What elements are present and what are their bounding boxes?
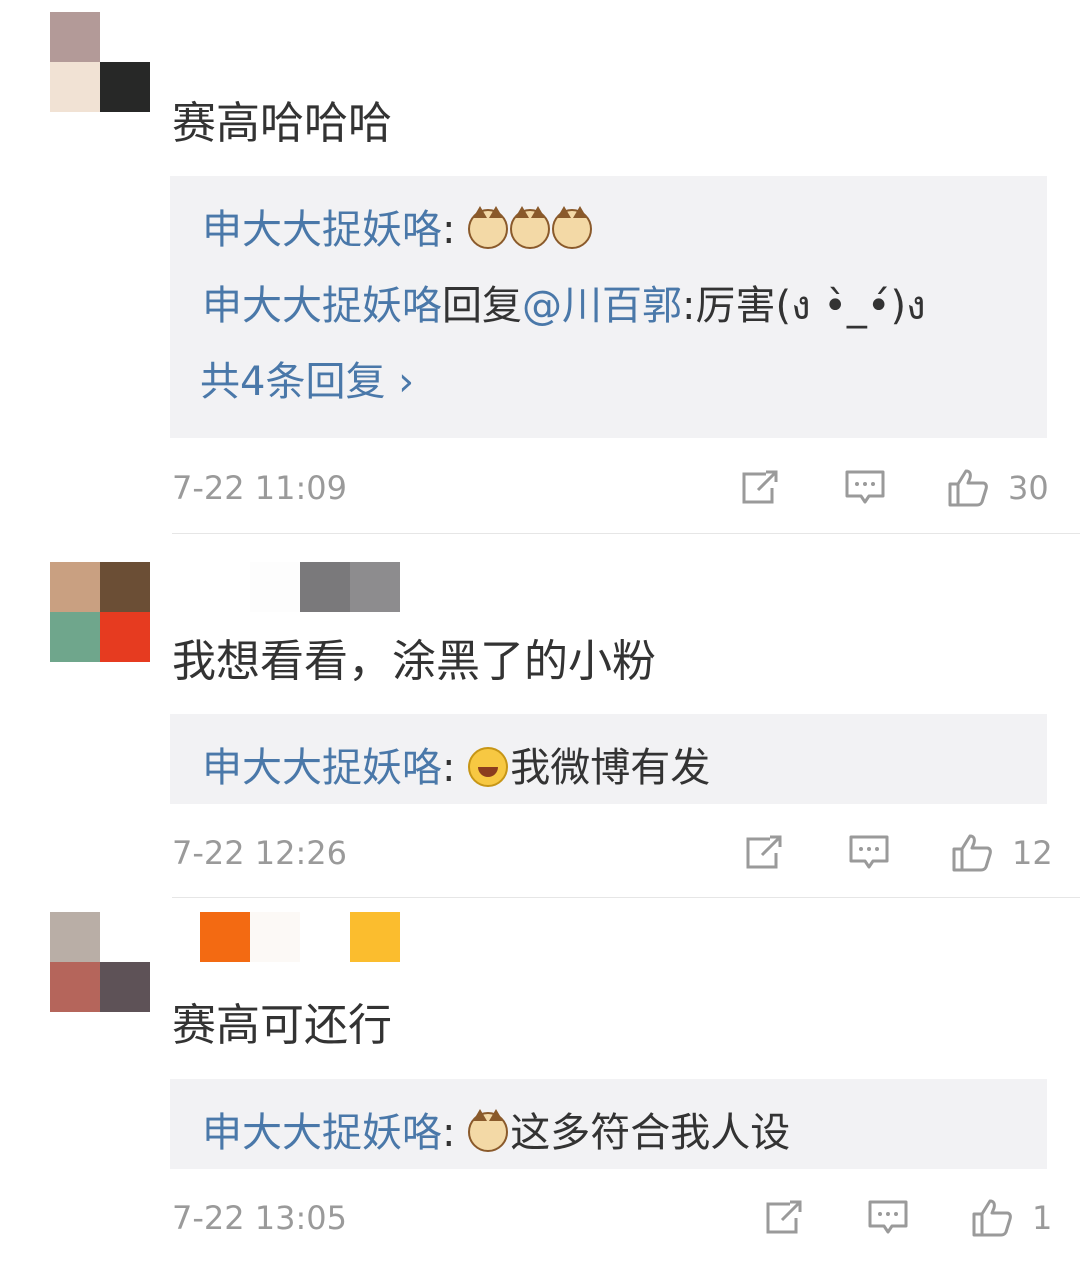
thumbs-up-icon[interactable] (970, 1198, 1014, 1238)
mention-link[interactable]: @川百郭 (522, 283, 682, 329)
cat-face-emoji-icon (468, 1109, 509, 1152)
timestamp: 7-22 13:05 (172, 1199, 348, 1237)
username-redacted[interactable] (200, 562, 400, 612)
share-icon[interactable] (762, 1198, 806, 1238)
reply-author-link[interactable]: 申大大捉妖咯 (202, 745, 442, 791)
reply-author-link[interactable]: 申大大捉妖咯 (202, 207, 442, 253)
thumbs-up-icon[interactable] (950, 833, 994, 873)
comment-icon[interactable] (843, 468, 887, 508)
cat-face-emoji-icon (552, 206, 593, 249)
reply-thread[interactable]: 申大大捉妖咯: 申大大捉妖咯回复@川百郭:厉害(ง •̀_•́)ง 共4条回复 … (170, 176, 1047, 438)
comment-meta: 7-22 11:09 30 (0, 468, 1080, 508)
reply-thread[interactable]: 申大大捉妖咯: 我微博有发 (170, 714, 1047, 804)
divider (172, 897, 1080, 898)
share-icon[interactable] (742, 833, 786, 873)
reply-author-link[interactable]: 申大大捉妖咯 (202, 283, 442, 329)
avatar[interactable] (50, 912, 150, 1012)
reply-word: 回复 (442, 283, 522, 329)
reply-thread[interactable]: 申大大捉妖咯: 这多符合我人设 (170, 1079, 1047, 1169)
comment-text: 赛高哈哈哈 (172, 98, 392, 149)
timestamp: 7-22 12:26 (172, 834, 348, 872)
reply-item[interactable]: 申大大捉妖咯回复@川百郭:厉害(ง •̀_•́)ง (202, 278, 926, 334)
cat-face-emoji-icon (468, 206, 509, 249)
reply-body: 这多符合我人设 (510, 1110, 791, 1156)
comment-icon[interactable] (847, 833, 891, 873)
comment-meta: 7-22 13:05 1 (0, 1198, 1080, 1238)
more-replies-link[interactable]: 共4条回复 › (200, 354, 414, 410)
comment-icon[interactable] (866, 1198, 910, 1238)
comment-text: 赛高可还行 (172, 1000, 392, 1051)
like-count: 1 (1032, 1199, 1053, 1237)
reply-item[interactable]: 申大大捉妖咯: (202, 202, 594, 258)
reply-body: 厉害(ง •̀_•́)ง (695, 283, 926, 329)
laughing-emoji-icon (468, 747, 509, 787)
share-icon[interactable] (738, 468, 782, 508)
comment-meta: 7-22 12:26 12 (0, 833, 1080, 873)
timestamp: 7-22 11:09 (172, 469, 348, 507)
avatar[interactable] (50, 12, 150, 112)
like-count: 12 (1012, 834, 1053, 872)
avatar[interactable] (50, 562, 150, 662)
username-redacted[interactable] (200, 912, 400, 962)
like-count: 30 (1008, 469, 1049, 507)
divider (172, 533, 1080, 534)
comment-text: 我想看看，涂黑了的小粉 (172, 636, 656, 687)
reply-item[interactable]: 申大大捉妖咯: 我微博有发 (202, 740, 710, 796)
cat-face-emoji-icon (510, 206, 551, 249)
reply-author-link[interactable]: 申大大捉妖咯 (202, 1110, 442, 1156)
reply-item[interactable]: 申大大捉妖咯: 这多符合我人设 (202, 1105, 790, 1161)
reply-body: 我微博有发 (510, 745, 711, 791)
thumbs-up-icon[interactable] (946, 468, 990, 508)
